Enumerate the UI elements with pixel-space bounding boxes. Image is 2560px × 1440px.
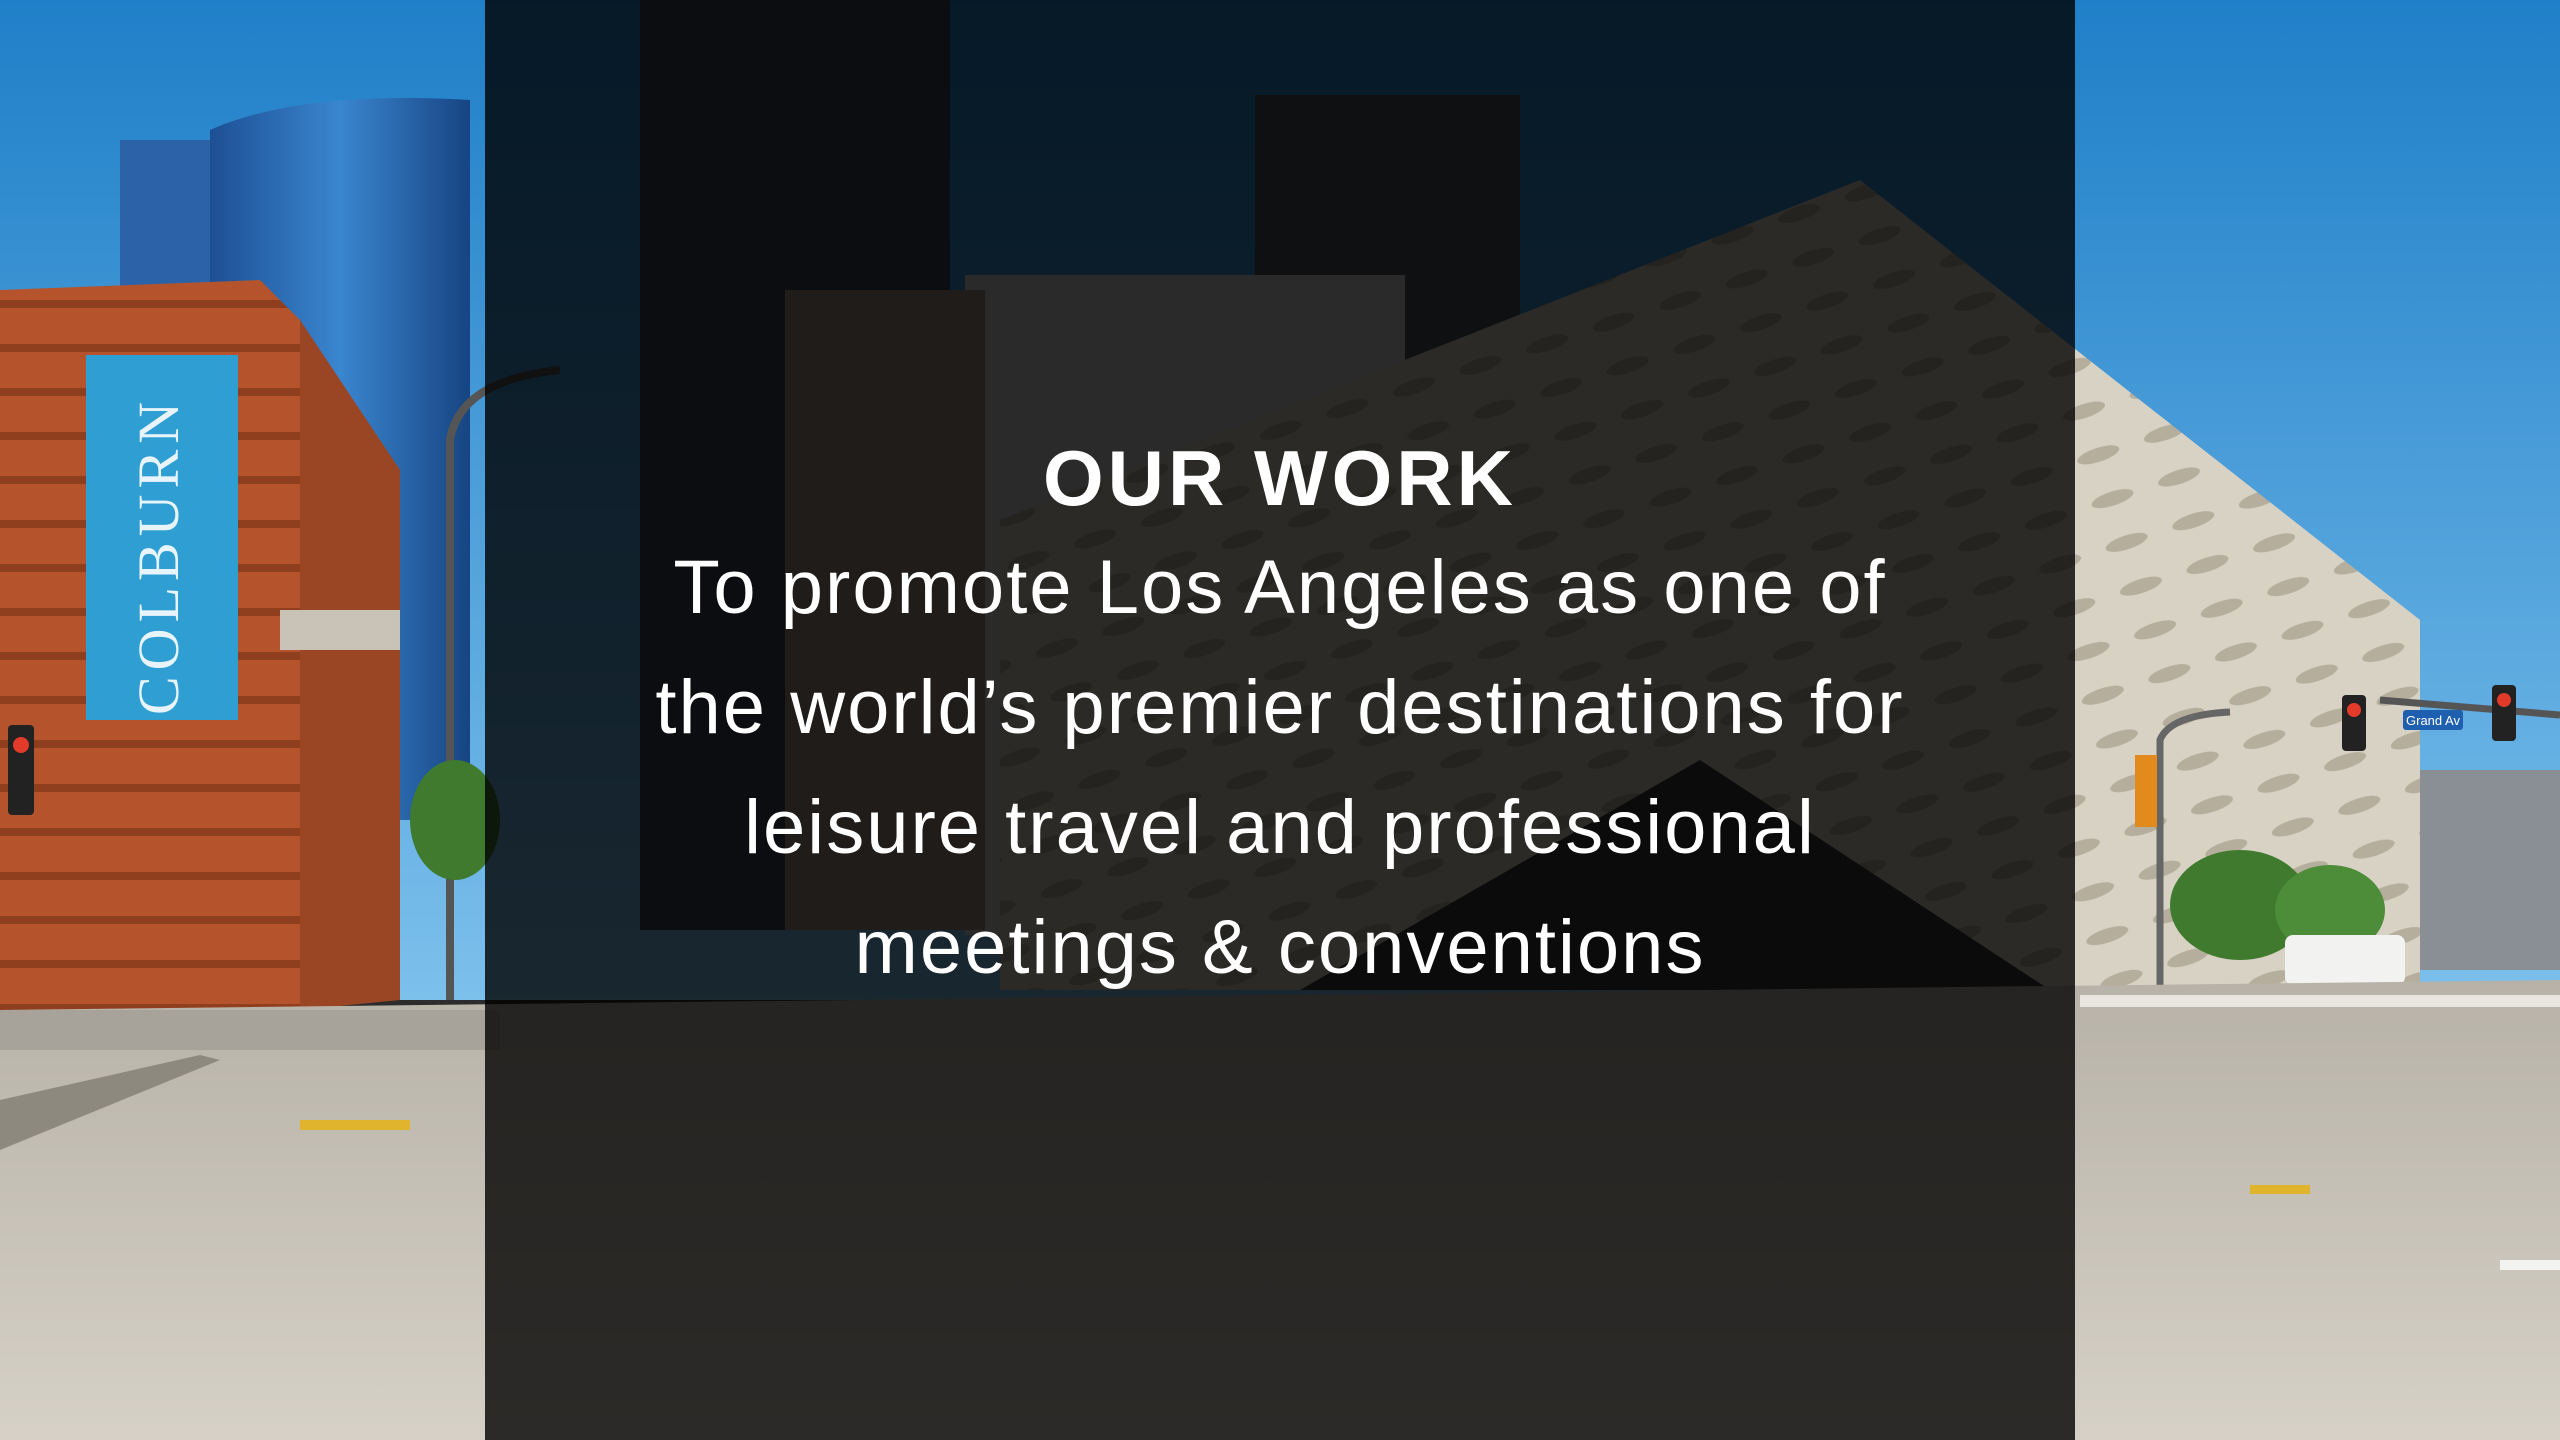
mission-line-3: leisure travel and professional (744, 784, 1816, 870)
street-sign-text: Grand Av (2406, 713, 2460, 728)
slide-heading: OUR WORK (1043, 434, 1517, 522)
sidewalk-left (0, 1010, 500, 1050)
mission-line-2: the world’s premier destinations for (655, 664, 1905, 750)
right-office-building (2420, 770, 2560, 970)
mission-text-block: OUR WORK To promote Los Angeles as one o… (485, 430, 2075, 1008)
lane-marking-2 (2250, 1185, 2310, 1194)
lane-marking-3 (2500, 1260, 2560, 1270)
mission-line-4: meetings & conventions (854, 904, 1706, 990)
colburn-awning (280, 610, 400, 650)
orange-banner-right (2135, 755, 2157, 827)
lane-marking-1 (300, 1120, 410, 1130)
mission-line-1: To promote Los Angeles as one of (673, 544, 1887, 630)
traffic-light-left-red (13, 737, 29, 753)
colburn-banner-text: COLBURN (126, 396, 191, 715)
traffic-light-right-2-red (2497, 693, 2511, 707)
white-pickup-truck (2285, 935, 2405, 985)
slide: COLBURN Grand Av OUR WORK To promote Los… (0, 0, 2560, 1440)
traffic-light-right-red (2347, 703, 2361, 717)
crosswalk-right (2080, 995, 2560, 1007)
